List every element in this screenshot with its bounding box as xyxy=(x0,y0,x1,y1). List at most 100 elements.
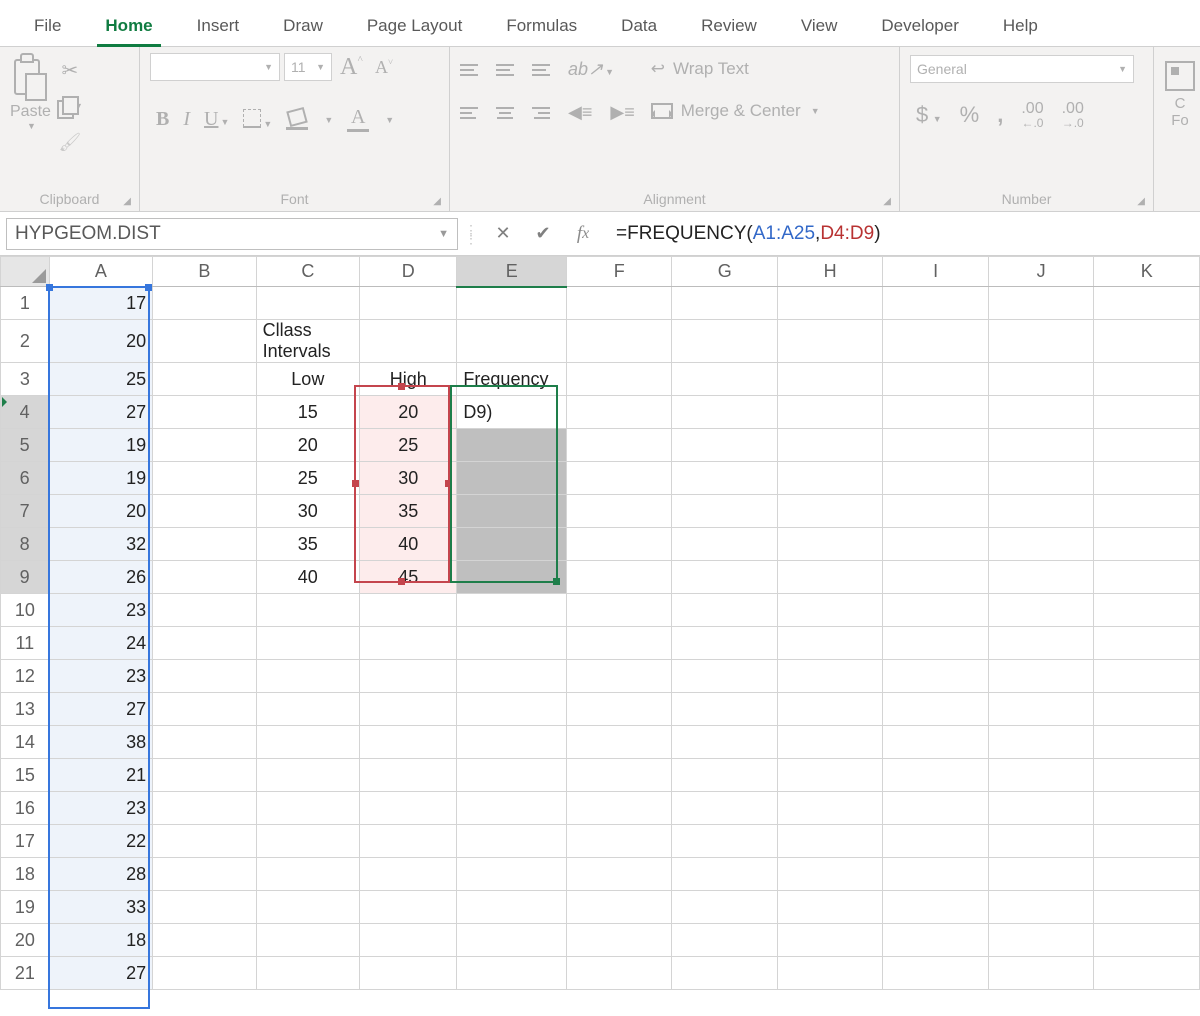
cell[interactable] xyxy=(883,660,988,693)
cell[interactable] xyxy=(256,858,359,891)
cell[interactable] xyxy=(153,825,256,858)
cell[interactable]: 26 xyxy=(49,561,152,594)
cell[interactable] xyxy=(672,726,777,759)
cell[interactable] xyxy=(153,693,256,726)
cell[interactable] xyxy=(777,287,882,320)
cell[interactable] xyxy=(988,924,1093,957)
spreadsheet-grid[interactable]: A B C D E F G H I J K 117220Cllass Inter… xyxy=(0,256,1200,990)
cell[interactable] xyxy=(360,726,457,759)
cell[interactable] xyxy=(883,287,988,320)
cell[interactable] xyxy=(988,561,1093,594)
cell[interactable] xyxy=(883,429,988,462)
cell[interactable] xyxy=(1094,594,1200,627)
decrease-indent-icon[interactable]: ◀≡ xyxy=(568,102,592,123)
cell[interactable] xyxy=(883,363,988,396)
name-box[interactable]: HYPGEOM.DIST▼ xyxy=(6,218,458,250)
font-name-select[interactable]: ▼ xyxy=(150,53,280,81)
cell[interactable] xyxy=(256,759,359,792)
cell[interactable] xyxy=(1094,561,1200,594)
cell[interactable]: 27 xyxy=(49,396,152,429)
cell[interactable]: 19 xyxy=(49,462,152,495)
cell[interactable] xyxy=(777,363,882,396)
formula-bar[interactable]: =FREQUENCY(A1:A25,D4:D9) xyxy=(606,217,1194,251)
cell[interactable]: Frequency xyxy=(457,363,567,396)
cell[interactable] xyxy=(1094,825,1200,858)
cell[interactable] xyxy=(256,825,359,858)
cell[interactable] xyxy=(777,957,882,990)
cell[interactable] xyxy=(988,363,1093,396)
cell[interactable] xyxy=(988,594,1093,627)
cell[interactable]: 30 xyxy=(360,462,457,495)
cell[interactable] xyxy=(256,792,359,825)
cell[interactable] xyxy=(256,594,359,627)
cell[interactable]: 17 xyxy=(49,287,152,320)
cell[interactable] xyxy=(883,825,988,858)
cell[interactable]: 45 xyxy=(360,561,457,594)
cell[interactable] xyxy=(777,627,882,660)
cell[interactable] xyxy=(672,693,777,726)
cell[interactable] xyxy=(672,792,777,825)
tab-data[interactable]: Data xyxy=(599,6,679,46)
cell[interactable] xyxy=(566,627,671,660)
cell[interactable] xyxy=(1094,891,1200,924)
cell[interactable] xyxy=(672,528,777,561)
name-box-dropdown-icon[interactable]: ▼ xyxy=(438,228,449,240)
cell[interactable] xyxy=(777,924,882,957)
cell[interactable] xyxy=(457,759,567,792)
col-header-H[interactable]: H xyxy=(777,257,882,287)
cell[interactable] xyxy=(988,528,1093,561)
row-header-17[interactable]: 17 xyxy=(1,825,50,858)
cell[interactable] xyxy=(672,924,777,957)
number-format-select[interactable]: General▼ xyxy=(910,55,1134,83)
cell[interactable] xyxy=(988,660,1093,693)
cell[interactable] xyxy=(777,726,882,759)
tab-review[interactable]: Review xyxy=(679,6,779,46)
cell[interactable] xyxy=(672,561,777,594)
cell[interactable] xyxy=(360,924,457,957)
cell[interactable] xyxy=(883,396,988,429)
cell[interactable]: 23 xyxy=(49,594,152,627)
cell[interactable] xyxy=(1094,660,1200,693)
cell[interactable] xyxy=(457,858,567,891)
cell[interactable] xyxy=(153,924,256,957)
cell[interactable]: 38 xyxy=(49,726,152,759)
borders-button[interactable]: ▼ xyxy=(243,109,272,130)
cell[interactable] xyxy=(360,594,457,627)
row-header-3[interactable]: 3 xyxy=(1,363,50,396)
conditional-formatting-button[interactable]: C Fo xyxy=(1164,53,1188,129)
cut-icon[interactable] xyxy=(57,57,83,83)
cell[interactable] xyxy=(566,528,671,561)
cell[interactable] xyxy=(153,594,256,627)
cell[interactable] xyxy=(360,693,457,726)
cell[interactable] xyxy=(566,957,671,990)
cell[interactable] xyxy=(672,594,777,627)
cell[interactable] xyxy=(1094,528,1200,561)
cell[interactable] xyxy=(153,627,256,660)
row-header-18[interactable]: 18 xyxy=(1,858,50,891)
cell[interactable] xyxy=(457,792,567,825)
cell[interactable] xyxy=(883,759,988,792)
cell[interactable] xyxy=(777,660,882,693)
splitter-icon[interactable]: ⋮⋮ xyxy=(464,226,480,242)
cell[interactable] xyxy=(988,287,1093,320)
cell[interactable] xyxy=(777,891,882,924)
cell[interactable] xyxy=(988,759,1093,792)
cell[interactable] xyxy=(153,396,256,429)
cell[interactable]: 33 xyxy=(49,891,152,924)
col-header-J[interactable]: J xyxy=(988,257,1093,287)
cell[interactable] xyxy=(1094,396,1200,429)
align-right-icon[interactable] xyxy=(532,107,550,119)
decrease-decimal-icon[interactable]: .00→.0 xyxy=(1062,101,1084,129)
cell[interactable]: 25 xyxy=(256,462,359,495)
row-header-5[interactable]: 5 xyxy=(1,429,50,462)
cell[interactable] xyxy=(672,462,777,495)
cell[interactable] xyxy=(256,891,359,924)
cell[interactable] xyxy=(883,726,988,759)
row-header-12[interactable]: 12 xyxy=(1,660,50,693)
cell[interactable] xyxy=(777,561,882,594)
font-launcher-icon[interactable]: ◢ xyxy=(433,196,441,207)
clipboard-launcher-icon[interactable]: ◢ xyxy=(123,196,131,207)
cell[interactable] xyxy=(153,858,256,891)
fill-color-button[interactable] xyxy=(286,109,308,130)
cell[interactable] xyxy=(672,429,777,462)
